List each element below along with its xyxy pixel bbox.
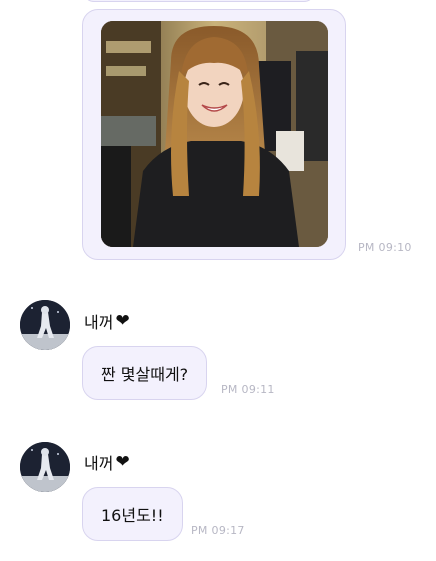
avatar[interactable] xyxy=(20,300,70,350)
timestamp: PM 09:17 xyxy=(191,524,245,537)
sender-name: 내꺼 ❤ xyxy=(84,450,130,474)
sender-label: 내꺼 xyxy=(84,454,114,473)
message-text: 16년도!! xyxy=(101,506,164,525)
heart-icon: ❤ xyxy=(115,310,130,331)
chat-thread: PM 09:10 내꺼 ❤ 짠 몇살때게? PM 09:11 내꺼 ❤ 16년도… xyxy=(0,0,436,561)
shared-photo[interactable] xyxy=(101,21,328,247)
avatar[interactable] xyxy=(20,442,70,492)
previous-message-bubble[interactable] xyxy=(83,0,315,2)
sender-name: 내꺼 ❤ xyxy=(84,309,130,333)
message-text: 짠 몇살때게? xyxy=(101,365,189,384)
image-message-bubble[interactable] xyxy=(82,9,346,260)
timestamp: PM 09:10 xyxy=(358,241,412,254)
heart-icon: ❤ xyxy=(115,451,130,472)
message-bubble[interactable]: 짠 몇살때게? xyxy=(82,346,208,400)
message-bubble[interactable]: 16년도!! xyxy=(82,487,183,541)
sender-label: 내꺼 xyxy=(84,313,114,332)
timestamp: PM 09:11 xyxy=(221,383,275,396)
